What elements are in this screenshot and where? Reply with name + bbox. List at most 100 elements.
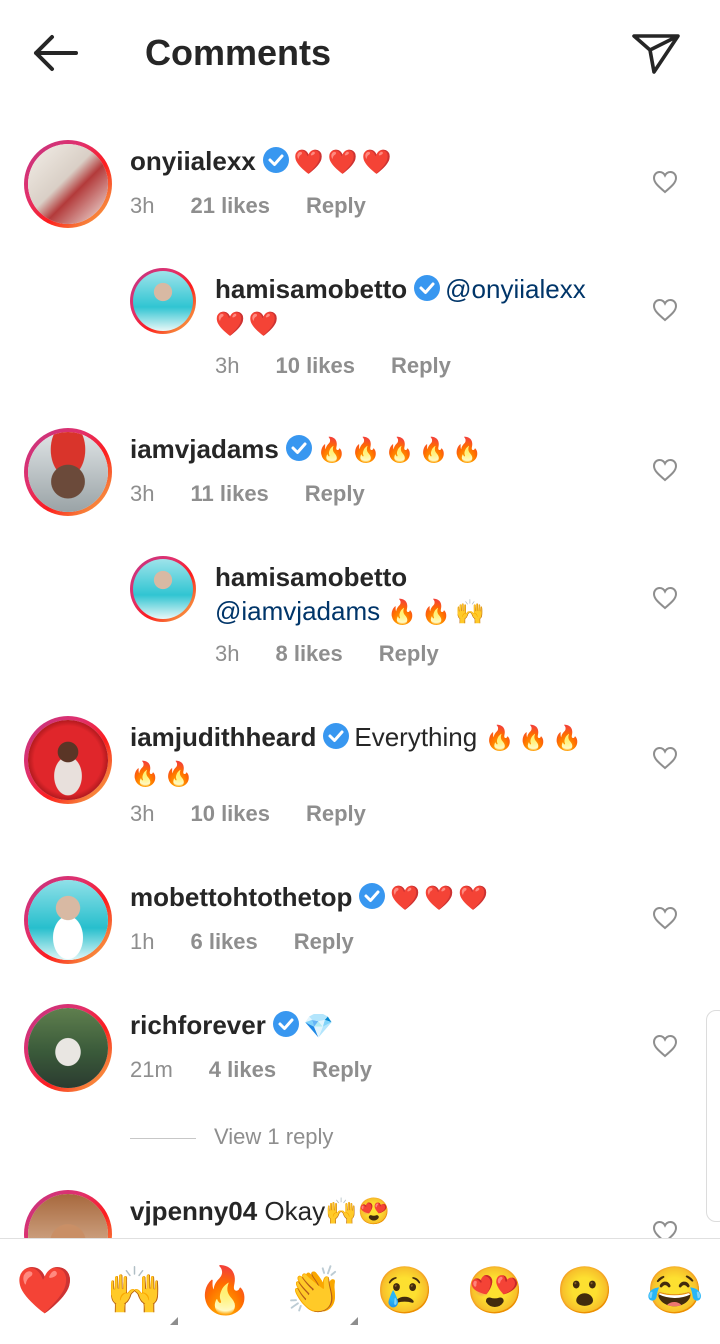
comment-text: ❤️❤️❤️ bbox=[390, 885, 493, 912]
comment-likes[interactable]: 6 likes bbox=[190, 929, 257, 954]
heart-outline-icon[interactable] bbox=[652, 906, 678, 930]
comment-body: mobettohtothetop ❤️❤️❤️ bbox=[130, 880, 492, 916]
reaction-laughing[interactable]: 😂 bbox=[644, 1259, 706, 1321]
comment-username[interactable]: vjpenny04 bbox=[130, 1196, 257, 1226]
divider-line bbox=[130, 1137, 196, 1139]
comment-time: 3h bbox=[215, 353, 240, 378]
skin-tone-indicator-icon bbox=[170, 1317, 178, 1325]
comment-text: 💎 bbox=[303, 1013, 338, 1040]
comment-likes[interactable]: 21 likes bbox=[190, 193, 270, 218]
comment-likes[interactable]: 11 likes bbox=[190, 481, 268, 506]
skin-tone-indicator-icon bbox=[350, 1317, 358, 1325]
comment-likes[interactable]: 10 likes bbox=[190, 801, 270, 826]
comment-body: richforever 💎 bbox=[130, 1008, 338, 1044]
avatar-photo bbox=[28, 720, 108, 800]
view-replies-link[interactable]: View 1 reply bbox=[130, 1124, 333, 1150]
share-button[interactable] bbox=[628, 28, 684, 78]
comment-body: iamjudithheard Everything 🔥🔥🔥 🔥🔥 bbox=[130, 720, 630, 792]
header: Comments bbox=[0, 0, 720, 105]
comment-likes[interactable]: 10 likes bbox=[275, 353, 355, 378]
comment-likes[interactable]: 4 likes bbox=[209, 1057, 276, 1082]
comment-body: iamvjadams 🔥🔥🔥🔥🔥 bbox=[130, 432, 486, 468]
avatar-photo bbox=[28, 1194, 108, 1238]
verified-badge-icon bbox=[323, 723, 350, 749]
reaction-heart[interactable]: ❤️ bbox=[14, 1259, 76, 1321]
verified-badge-icon bbox=[262, 147, 289, 173]
reply-button[interactable]: Reply bbox=[294, 929, 354, 954]
comment-text: ❤️❤️ bbox=[215, 311, 283, 338]
comment-username[interactable]: richforever bbox=[130, 1010, 266, 1040]
avatar[interactable] bbox=[24, 1190, 112, 1238]
avatar-photo bbox=[28, 432, 108, 512]
page-title: Comments bbox=[145, 32, 332, 73]
comment-body: hamisamobetto @onyiialexx ❤️❤️ bbox=[215, 272, 635, 342]
avatar-photo bbox=[28, 1008, 108, 1088]
verified-badge-icon bbox=[414, 275, 441, 301]
heart-outline-icon[interactable] bbox=[652, 458, 678, 482]
comment-emoji: 🔥🔥🔥 bbox=[484, 725, 587, 752]
verified-badge-icon bbox=[272, 1011, 299, 1037]
avatar[interactable] bbox=[130, 556, 196, 622]
avatar-photo bbox=[133, 271, 193, 331]
reply-button[interactable]: Reply bbox=[379, 641, 439, 666]
comment-text: ❤️❤️❤️ bbox=[293, 149, 396, 176]
comment-mention[interactable]: @iamvjadams bbox=[215, 596, 380, 626]
verified-badge-icon bbox=[359, 883, 386, 909]
comment-emoji-line2: 🔥🔥 bbox=[130, 761, 198, 788]
avatar-photo bbox=[28, 144, 108, 224]
heart-outline-icon[interactable] bbox=[652, 746, 678, 770]
reaction-clapping[interactable]: 👏 bbox=[284, 1259, 358, 1325]
comment-meta: 3h 8 likes Reply bbox=[215, 640, 475, 668]
comment-time: 1h bbox=[130, 929, 155, 954]
comment-text: Okay🙌😍 bbox=[264, 1196, 390, 1226]
avatar[interactable] bbox=[24, 428, 112, 516]
reaction-heart-eyes[interactable]: 😍 bbox=[464, 1259, 526, 1321]
comment-username[interactable]: hamisamobetto bbox=[215, 562, 407, 592]
avatar[interactable] bbox=[24, 140, 112, 228]
comment-time: 21m bbox=[130, 1057, 173, 1082]
comment-body: hamisamobetto @iamvjadams 🔥🔥🙌 bbox=[215, 560, 635, 630]
heart-outline-icon[interactable] bbox=[652, 1220, 678, 1238]
heart-outline-icon[interactable] bbox=[652, 1034, 678, 1058]
avatar[interactable] bbox=[24, 876, 112, 964]
reaction-crying[interactable]: 😢 bbox=[374, 1259, 436, 1321]
comment-meta: 1h 6 likes Reply bbox=[130, 928, 390, 956]
edge-panel-handle[interactable] bbox=[706, 1010, 720, 1222]
comment-mention[interactable]: @onyiialexx bbox=[445, 274, 586, 304]
reaction-surprised[interactable]: 😮 bbox=[554, 1259, 616, 1321]
comment-username[interactable]: iamvjadams bbox=[130, 434, 279, 464]
comment-username[interactable]: mobettohtothetop bbox=[130, 882, 352, 912]
heart-outline-icon[interactable] bbox=[652, 586, 678, 610]
comment-time: 3h bbox=[130, 801, 155, 826]
comment-time: 3h bbox=[130, 481, 155, 506]
comment-username[interactable]: onyiialexx bbox=[130, 146, 256, 176]
reaction-raised-hands[interactable]: 🙌 bbox=[104, 1259, 178, 1325]
heart-outline-icon[interactable] bbox=[652, 170, 678, 194]
comment-body: vjpenny04 Okay🙌😍 bbox=[130, 1194, 390, 1228]
comment-username[interactable]: hamisamobetto bbox=[215, 274, 407, 304]
avatar-photo bbox=[133, 559, 193, 619]
reply-button[interactable]: Reply bbox=[306, 801, 366, 826]
avatar[interactable] bbox=[130, 268, 196, 334]
arrow-left-icon bbox=[34, 35, 78, 71]
comment-username[interactable]: iamjudithheard bbox=[130, 722, 316, 752]
comment-text: 🔥🔥🔥🔥🔥 bbox=[316, 437, 487, 464]
reply-button[interactable]: Reply bbox=[305, 481, 365, 506]
comment-likes[interactable]: 8 likes bbox=[275, 641, 342, 666]
reaction-raised-hands-glyph: 🙌 bbox=[106, 1264, 164, 1316]
quick-reactions-bar: ❤️ 🙌 🔥 👏 😢 😍 😮 😂 bbox=[0, 1238, 720, 1344]
comment-meta: 21m 4 likes Reply bbox=[130, 1056, 408, 1084]
view-replies-label: View 1 reply bbox=[214, 1124, 334, 1149]
reply-button[interactable]: Reply bbox=[312, 1057, 372, 1082]
reaction-fire[interactable]: 🔥 bbox=[194, 1259, 256, 1321]
avatar[interactable] bbox=[24, 1004, 112, 1092]
back-button[interactable] bbox=[28, 30, 84, 76]
heart-outline-icon[interactable] bbox=[652, 298, 678, 322]
reply-button[interactable]: Reply bbox=[391, 353, 451, 378]
reply-button[interactable]: Reply bbox=[306, 193, 366, 218]
comment-meta: 3h 21 likes Reply bbox=[130, 192, 402, 220]
comment-text: 🔥🔥🙌 bbox=[387, 599, 489, 626]
avatar[interactable] bbox=[24, 716, 112, 804]
avatar-photo bbox=[28, 880, 108, 960]
comment-text: Everything bbox=[354, 722, 478, 752]
